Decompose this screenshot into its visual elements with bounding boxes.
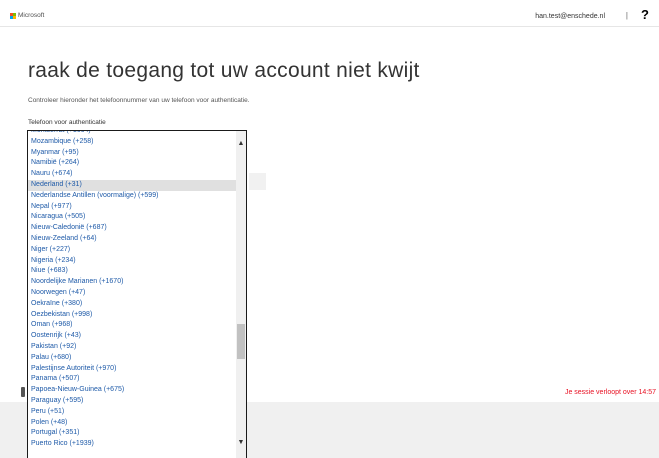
dropdown-scrollbar[interactable]: ▲ ▼ xyxy=(236,131,246,458)
country-option[interactable]: Palestijnse Autoriteit (+970) xyxy=(28,364,237,375)
microsoft-logo: Microsoft xyxy=(10,12,44,20)
country-option[interactable]: Paraguay (+595) xyxy=(28,396,237,407)
country-code-dropdown[interactable]: Montserrat (+1664) Mozambique (+258) Myanm… xyxy=(27,130,247,458)
country-option[interactable]: Oezbekistan (+998) xyxy=(28,310,237,321)
user-email[interactable]: han.test@enschede.nl xyxy=(535,12,605,21)
country-option[interactable]: Oman (+968) xyxy=(28,320,237,331)
phone-field-label: Telefoon voor authenticatie xyxy=(28,119,106,126)
country-option[interactable]: Namibië (+264) xyxy=(28,158,237,169)
country-option[interactable]: Montserrat (+1664) xyxy=(28,131,237,137)
country-option[interactable]: Polen (+48) xyxy=(28,418,237,429)
phone-number-input[interactable] xyxy=(249,173,266,190)
country-option[interactable]: Noorwegen (+47) xyxy=(28,288,237,299)
country-option[interactable]: Myanmar (+95) xyxy=(28,148,237,159)
page-description: Controleer hieronder het telefoonnummer … xyxy=(28,97,250,104)
country-option[interactable]: Nauru (+674) xyxy=(28,169,237,180)
country-option[interactable]: Oostenrijk (+43) xyxy=(28,331,237,342)
microsoft-logo-icon xyxy=(10,13,16,19)
scrollbar-thumb[interactable] xyxy=(237,324,245,359)
country-option[interactable]: Portugal (+351) xyxy=(28,428,237,439)
country-option[interactable]: Nepal (+977) xyxy=(28,202,237,213)
country-option[interactable]: Pakistan (+92) xyxy=(28,342,237,353)
country-option[interactable]: Peru (+51) xyxy=(28,407,237,418)
help-icon[interactable]: ? xyxy=(641,7,649,22)
country-option[interactable]: Puerto Rico (+1939) xyxy=(28,439,237,450)
footer-edge-marker xyxy=(21,387,25,397)
session-timeout-note: Je sessie verloopt over 14:57 xyxy=(564,389,656,396)
country-option[interactable]: Nicaragua (+505) xyxy=(28,212,237,223)
country-option[interactable]: Niger (+227) xyxy=(28,245,237,256)
chevron-down-icon[interactable]: ▼ xyxy=(237,439,245,447)
country-option[interactable]: Nieuw-Caledonië (+687) xyxy=(28,223,237,234)
country-option[interactable]: Nigeria (+234) xyxy=(28,256,237,267)
country-option[interactable]: Papoea-Nieuw-Guinea (+675) xyxy=(28,385,237,396)
country-option-list[interactable]: Montserrat (+1664) Mozambique (+258) Myanm… xyxy=(28,131,237,450)
country-option[interactable]: Nieuw-Zeeland (+64) xyxy=(28,234,237,245)
brand-name: Microsoft xyxy=(18,12,45,19)
country-option[interactable]: Mozambique (+258) xyxy=(28,137,237,148)
country-option[interactable]: Noordelijke Marianen (+1670) xyxy=(28,277,237,288)
header-separator: | xyxy=(625,11,628,20)
country-option[interactable]: Nederlandse Antillen (voormalige) (+599) xyxy=(28,191,237,202)
page-title: raak de toegang tot uw account niet kwij… xyxy=(28,59,420,82)
country-option[interactable]: Niue (+683) xyxy=(28,266,237,277)
chevron-up-icon[interactable]: ▲ xyxy=(237,140,245,148)
top-bar: Microsoft han.test@enschede.nl | ? xyxy=(0,0,659,27)
country-option[interactable]: Panama (+507) xyxy=(28,374,237,385)
country-option[interactable]: Nederland (+31) xyxy=(28,179,237,191)
country-option[interactable]: Oekraïne (+380) xyxy=(28,299,237,310)
country-option[interactable]: Palau (+680) xyxy=(28,353,237,364)
